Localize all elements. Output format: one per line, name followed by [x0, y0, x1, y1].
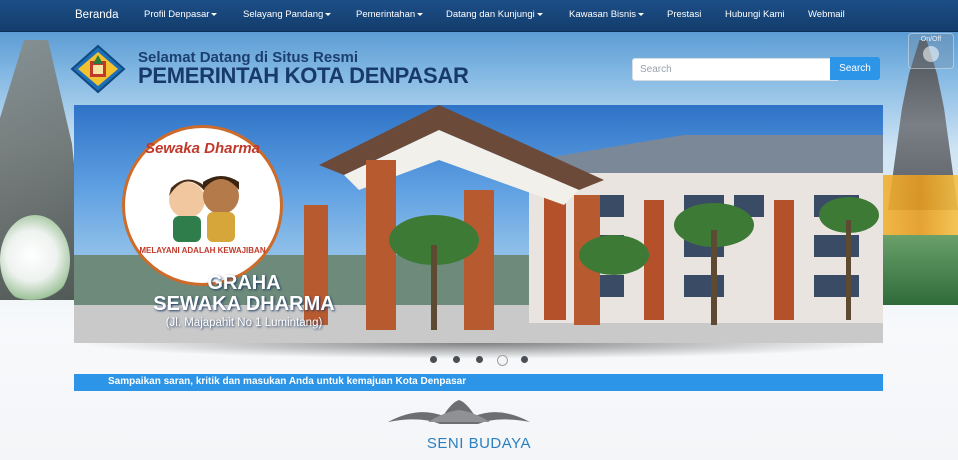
announcement-text: Sampaikan saran, kritik dan masukan Anda…	[108, 376, 467, 387]
nav-item-datang-dan-kunjungi[interactable]: Datang dan Kunjungi	[446, 0, 543, 31]
sewaka-dharma-badge: Sewaka Dharma MELAYANI ADALAH KEWAJIBAN	[122, 125, 283, 286]
announcement-bar: Sampaikan saran, kritik dan masukan Anda…	[74, 374, 883, 391]
nav-item-selayang-pandang[interactable]: Selayang Pandang	[243, 0, 332, 31]
dancers-image	[882, 175, 958, 235]
nav-item-webmail[interactable]: Webmail	[808, 0, 845, 31]
nav-label: Kawasan Bisnis	[569, 9, 637, 20]
frangipani-flower-image	[0, 215, 70, 305]
caret-down-icon	[536, 12, 543, 16]
search-input[interactable]	[632, 58, 838, 81]
slide-title-line1: GRAHA	[207, 272, 281, 294]
search-button[interactable]: Search	[830, 57, 880, 80]
nav-item-prestasi[interactable]: Prestasi	[667, 0, 701, 31]
slider-dot-5[interactable]	[521, 356, 528, 363]
nav-label: Beranda	[75, 9, 119, 21]
balinese-ornament-icon	[388, 400, 530, 424]
site-title: PEMERINTAH KOTA DENPASAR	[138, 63, 469, 88]
garden-image	[882, 235, 958, 305]
toggle-label: On/Off	[920, 36, 942, 43]
nav-item-kawasan-bisnis[interactable]: Kawasan Bisnis	[569, 0, 645, 31]
caret-down-icon	[417, 12, 424, 16]
nav-item-beranda[interactable]: Beranda	[75, 0, 118, 31]
caret-down-icon	[211, 12, 218, 16]
slide-address: (Jl. Majapahit No 1 Lumintang)	[165, 317, 323, 329]
hero-slider[interactable]: Sewaka Dharma MELAYANI ADALAH KEWAJIBAN …	[74, 105, 883, 343]
section-title-seni-budaya: SENI BUDAYA	[426, 435, 532, 452]
nav-label: Pemerintahan	[356, 9, 416, 20]
nav-label: Selayang Pandang	[243, 9, 324, 20]
caret-down-icon	[638, 12, 645, 16]
nav-label: Hubungi Kami	[725, 9, 785, 20]
badge-motto: MELAYANI ADALAH KEWAJIBAN	[139, 246, 266, 255]
nav-label: Webmail	[808, 9, 845, 20]
slider-dot-2[interactable]	[453, 356, 460, 363]
nav-label: Profil Denpasar	[144, 9, 210, 20]
nav-item-hubungi-kami[interactable]: Hubungi Kami	[725, 0, 785, 31]
slider-dot-4-active[interactable]	[497, 355, 508, 366]
toggle-knob-icon	[923, 46, 939, 62]
main-navbar: Beranda Profil Denpasar Selayang Pandang…	[0, 0, 958, 32]
slider-dot-3[interactable]	[476, 356, 483, 363]
on-off-toggle[interactable]: On/Off	[908, 33, 954, 69]
nav-label: Prestasi	[667, 9, 702, 20]
slide-title-line2: SEWAKA DHARMA	[153, 293, 335, 315]
nav-label: Datang dan Kunjungi	[446, 9, 535, 20]
denpasar-emblem-logo[interactable]	[70, 44, 126, 94]
nav-item-pemerintahan[interactable]: Pemerintahan	[356, 0, 424, 31]
nav-item-profil-denpasar[interactable]: Profil Denpasar	[144, 0, 218, 31]
slider-dot-1[interactable]	[430, 356, 437, 363]
caret-down-icon	[325, 12, 332, 16]
mascot-figures-icon	[169, 176, 239, 242]
